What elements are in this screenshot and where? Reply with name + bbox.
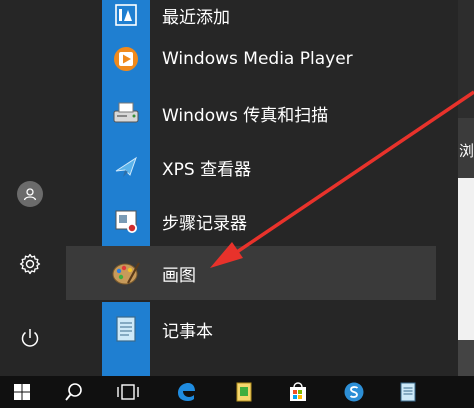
task-view-icon	[116, 383, 140, 401]
notepad-taskbar-button[interactable]	[386, 376, 430, 408]
browser-s-icon	[343, 381, 365, 403]
file-explorer-button[interactable]	[222, 376, 266, 408]
windows-logo-icon	[13, 383, 31, 401]
task-view-button[interactable]	[106, 376, 150, 408]
sogou-browser-button[interactable]	[332, 376, 376, 408]
taskbar	[0, 376, 474, 408]
store-bag-icon	[287, 381, 309, 403]
search-button[interactable]	[52, 376, 96, 408]
start-button[interactable]	[0, 376, 44, 408]
file-explorer-icon	[233, 381, 255, 403]
edge-browser-icon	[175, 381, 197, 403]
search-icon	[64, 382, 84, 402]
annotation-arrow	[210, 90, 474, 268]
store-button[interactable]	[276, 376, 320, 408]
edge-browser-button[interactable]	[164, 376, 208, 408]
notepad-icon	[398, 381, 418, 403]
